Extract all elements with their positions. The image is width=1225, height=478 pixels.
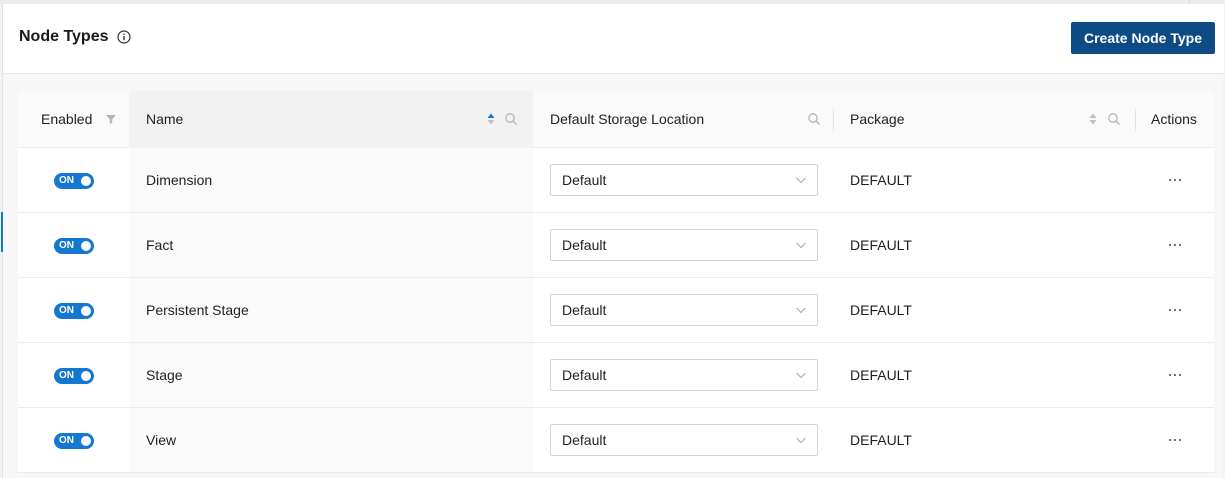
package-value: DEFAULT [850,432,912,448]
name-cell: Persistent Stage [129,278,533,342]
toggle-knob [81,241,91,251]
table-row: ON Persistent Stage Default DEFAULT [18,278,1214,343]
column-label-name: Name [146,111,184,127]
package-value: DEFAULT [850,172,912,188]
toggle-label: ON [59,305,74,316]
node-types-table: Enabled Name Default Storage Location Pa… [18,91,1214,473]
toggle-knob [81,371,91,381]
enabled-toggle[interactable]: ON [54,368,94,384]
column-label-package: Package [850,111,905,127]
table-row: ON Fact Default DEFAULT [18,213,1214,278]
name-cell: Fact [129,213,533,277]
column-header-package[interactable]: Package [833,91,1135,148]
column-header-actions: Actions [1135,91,1214,148]
chevron-down-icon [796,242,806,249]
select-value: Default [562,367,607,383]
select-value: Default [562,432,607,448]
table-row: ON Dimension Default DEFAULT [18,148,1214,213]
sort-icon[interactable] [484,112,498,126]
sort-icon[interactable] [1086,112,1100,126]
storage-location-select[interactable]: Default [550,359,818,391]
selection-accent [1,212,3,252]
more-actions-icon[interactable] [1167,302,1183,318]
enabled-toggle[interactable]: ON [54,173,94,189]
node-type-name: Persistent Stage [146,302,249,318]
column-label-enabled: Enabled [41,111,93,127]
node-type-name: View [146,432,177,448]
enabled-toggle[interactable]: ON [54,433,94,449]
node-types-panel: Node Types Create Node Type Enabled Name [1,4,1224,478]
node-type-name: Dimension [146,172,213,188]
toggle-label: ON [59,435,74,446]
search-icon[interactable] [1107,112,1121,126]
enabled-toggle[interactable]: ON [54,303,94,319]
create-node-type-button[interactable]: Create Node Type [1071,22,1215,54]
more-actions-icon[interactable] [1167,367,1183,383]
more-actions-icon[interactable] [1167,172,1183,188]
chevron-down-icon [796,177,806,184]
storage-location-select[interactable]: Default [550,229,818,261]
chevron-down-icon [796,307,806,314]
filter-icon[interactable] [104,112,118,126]
column-header-enabled: Enabled [18,91,129,148]
column-label-storage: Default Storage Location [550,111,705,127]
toggle-knob [81,176,91,186]
storage-location-select[interactable]: Default [550,164,818,196]
panel-header: Node Types Create Node Type [3,4,1224,74]
page-title: Node Types [19,28,109,45]
select-value: Default [562,302,607,318]
node-type-name: Fact [146,237,174,253]
package-value: DEFAULT [850,302,912,318]
table-row: ON View Default DEFAULT [18,408,1214,473]
chevron-down-icon [796,437,806,444]
name-cell: Stage [129,343,533,407]
search-icon[interactable] [504,112,518,126]
toggle-knob [81,436,91,446]
toggle-label: ON [59,240,74,251]
toggle-label: ON [59,175,74,186]
table-header: Enabled Name Default Storage Location Pa… [18,91,1214,148]
column-label-actions: Actions [1151,111,1197,127]
storage-location-select[interactable]: Default [550,424,818,456]
info-circle-icon[interactable] [117,30,131,44]
select-value: Default [562,172,607,188]
storage-location-select[interactable]: Default [550,294,818,326]
package-value: DEFAULT [850,237,912,253]
column-header-name[interactable]: Name [129,91,533,148]
toggle-knob [81,306,91,316]
more-actions-icon[interactable] [1167,432,1183,448]
more-actions-icon[interactable] [1167,237,1183,253]
node-type-name: Stage [146,367,183,383]
select-value: Default [562,237,607,253]
name-cell: Dimension [129,148,533,212]
column-header-storage: Default Storage Location [533,91,833,148]
name-cell: View [129,408,533,472]
enabled-toggle[interactable]: ON [54,238,94,254]
package-value: DEFAULT [850,367,912,383]
chevron-down-icon [796,372,806,379]
table-row: ON Stage Default DEFAULT [18,343,1214,408]
toggle-label: ON [59,370,74,381]
search-icon[interactable] [807,112,821,126]
